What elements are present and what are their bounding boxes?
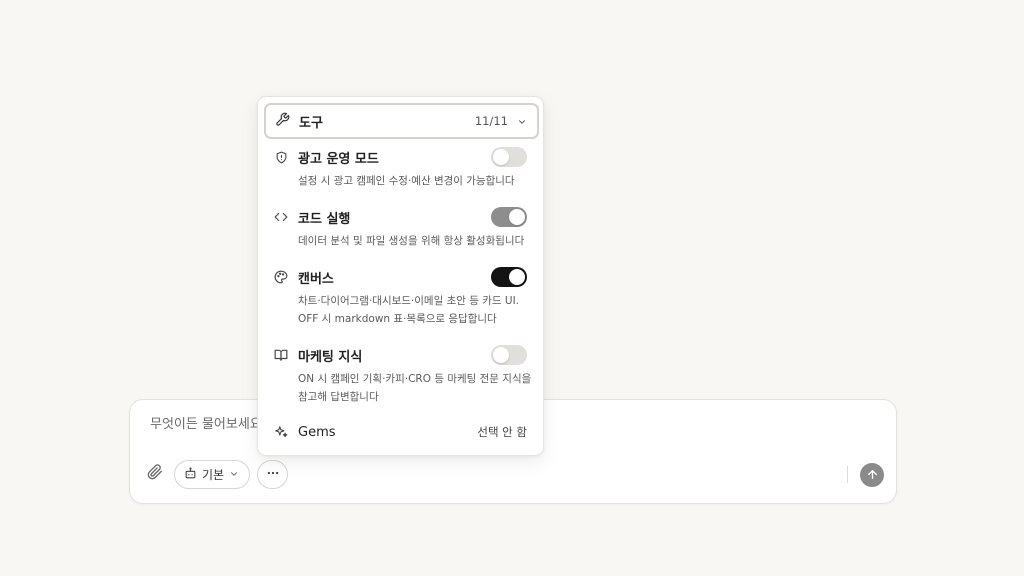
palette-icon — [274, 270, 288, 284]
gems-selector[interactable]: Gems 선택 안 함 — [258, 422, 543, 442]
tool-item-ad-mode: 광고 운영 모드 설정 시 광고 캠페인 수정·예산 변경이 가능합니다 — [258, 147, 543, 190]
tool-item-desc: 데이터 분석 및 파일 생성을 위해 항상 활성화됩니다 — [298, 235, 525, 247]
mode-label: 기본 — [202, 468, 225, 482]
tool-item-marketing: 마케팅 지식 ON 시 캠페인 기획·카피·CRO 등 마케팅 전문 지식을 참… — [258, 345, 543, 406]
code-icon — [274, 210, 288, 224]
tool-item-desc: 설정 시 광고 캠페인 수정·예산 변경이 가능합니다 — [298, 175, 515, 187]
tools-popup: 도구 11/11 광고 운영 모드 설정 시 광고 캠페인 수정·예산 변경이 … — [257, 96, 544, 456]
book-icon — [274, 348, 288, 362]
send-button[interactable] — [860, 463, 884, 487]
mode-selector-button[interactable]: 기본 — [174, 460, 251, 489]
tool-item-code-exec: 코드 실행 데이터 분석 및 파일 생성을 위해 항상 활성화됩니다 — [258, 207, 543, 250]
tool-item-title: 광고 운영 모드 — [298, 151, 379, 167]
tool-item-desc: 차트·다이어그램·대시보드·이메일 초안 등 카드 UI. OFF 시 mark… — [298, 295, 520, 325]
chevron-down-icon — [517, 112, 527, 131]
tool-item-desc: ON 시 캠페인 기획·카피·CRO 등 마케팅 전문 지식을 참고해 답변합니… — [298, 373, 532, 403]
tool-item-title: 코드 실행 — [298, 211, 351, 227]
ad-mode-toggle[interactable] — [491, 147, 527, 167]
gems-label: Gems — [298, 424, 336, 440]
marketing-toggle[interactable] — [491, 345, 527, 365]
arrow-up-icon — [866, 466, 879, 485]
tools-icon — [275, 112, 290, 131]
paperclip-icon — [147, 464, 163, 484]
tools-header-label: 도구 — [299, 115, 323, 131]
shield-icon — [274, 150, 288, 164]
attach-button[interactable] — [145, 464, 165, 484]
gems-status: 선택 안 함 — [477, 425, 527, 439]
tool-item-canvas: 캔버스 차트·다이어그램·대시보드·이메일 초안 등 카드 UI. OFF 시 … — [258, 267, 543, 328]
chevron-down-icon — [229, 468, 239, 482]
bot-icon — [184, 467, 197, 483]
more-options-button[interactable] — [257, 460, 288, 489]
canvas-toggle[interactable] — [491, 267, 527, 287]
sparkles-icon — [274, 425, 288, 439]
tool-item-title: 마케팅 지식 — [298, 349, 363, 365]
more-horizontal-icon — [266, 465, 280, 484]
composer-divider — [847, 466, 848, 483]
tools-count: 11/11 — [474, 114, 508, 128]
tool-item-title: 캔버스 — [298, 271, 334, 287]
tools-dropdown-header[interactable]: 도구 11/11 — [264, 103, 539, 139]
code-exec-toggle[interactable] — [491, 207, 527, 227]
